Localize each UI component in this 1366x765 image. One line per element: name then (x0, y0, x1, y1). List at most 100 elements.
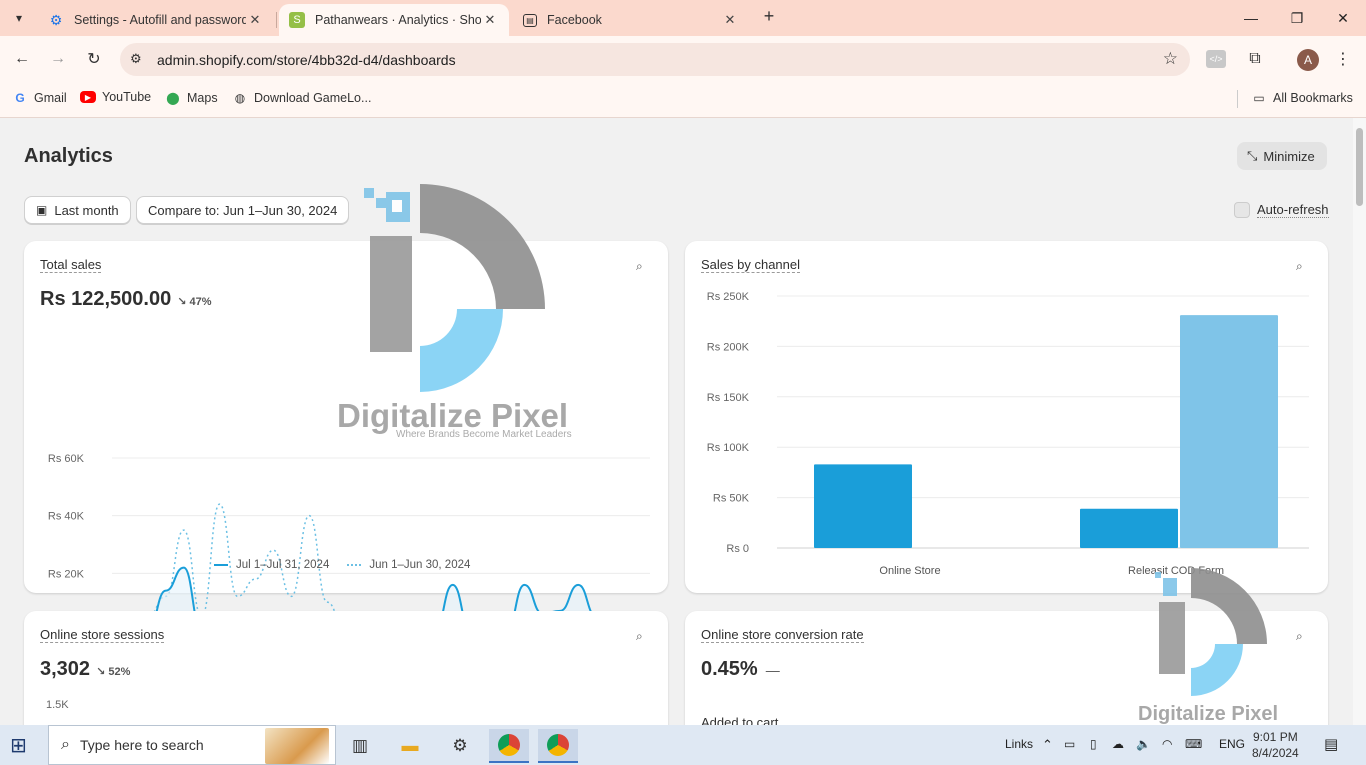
y-tick-label: Rs 20K (48, 568, 85, 580)
y-tick-label: Rs 50K (713, 493, 750, 505)
tab-settings[interactable]: ⚙ Settings - Autofill and passwords ✕ (38, 4, 274, 36)
scrollbar-thumb[interactable] (1356, 128, 1363, 206)
extensions-icon[interactable]: ⧉ (1244, 48, 1266, 70)
auto-refresh-checkbox[interactable] (1234, 202, 1250, 218)
bookmark-label: YouTube (102, 90, 152, 104)
tab-facebook[interactable]: ▤ Facebook ✕ (513, 4, 749, 36)
conversion-value: 0.45% — (701, 658, 780, 681)
y-tick-label: Rs 200K (707, 341, 750, 353)
y-tick-label: Rs 150K (707, 392, 750, 404)
back-icon[interactable]: ← (10, 47, 34, 71)
watermark-logo (1155, 568, 1267, 696)
bookmark-gmail[interactable]: G Gmail (12, 90, 66, 106)
auto-refresh-toggle[interactable]: Auto-refresh (1234, 202, 1329, 218)
cloud-icon[interactable]: ☁ (1112, 737, 1124, 751)
tab-shopify[interactable]: S Pathanwears · Analytics · Shopify ✕ (279, 4, 509, 36)
bookmarks-bar: G Gmail ▶ YouTube ⬤ Maps ◍ Download Game… (0, 82, 1366, 118)
auto-refresh-label: Auto-refresh (1257, 202, 1329, 218)
reload-icon[interactable]: ↻ (82, 47, 106, 71)
divider (1237, 90, 1238, 108)
explore-report-icon[interactable]: ⌕ (636, 629, 643, 644)
close-window-icon[interactable]: ✕ (1320, 0, 1366, 36)
site-info-icon[interactable]: ⚙ (130, 51, 142, 67)
all-bookmarks[interactable]: ▭ All Bookmarks (1251, 90, 1353, 106)
windows-taskbar: ⊞ ⌕ Type here to search ▥ ▬ ⚙ Links ⌃ ▭ … (0, 725, 1366, 765)
device-icon[interactable]: ▯ (1090, 737, 1097, 751)
tab-title: Settings - Autofill and passwords (74, 13, 246, 27)
compare-label: Compare to: Jun 1–Jun 30, 2024 (148, 202, 338, 218)
date-range-label: Last month (54, 202, 119, 218)
bookmark-maps[interactable]: ⬤ Maps (165, 90, 218, 106)
task-view-icon[interactable]: ▥ (340, 729, 380, 763)
date-range-button[interactable]: ▣ Last month (24, 196, 131, 224)
taskbar-search-box[interactable]: ⌕ Type here to search (48, 725, 336, 765)
restore-window-icon[interactable]: ❐ (1274, 0, 1320, 36)
wifi-icon[interactable]: ◠ (1162, 737, 1172, 751)
gear-icon: ⚙ (49, 11, 63, 28)
volume-icon[interactable]: 🔈 (1136, 737, 1151, 751)
google-icon: G (15, 91, 25, 105)
delta-badge: ↘ 52% (96, 666, 131, 678)
settings-icon[interactable]: ⚙ (440, 729, 480, 763)
minimize-window-icon[interactable]: — (1228, 0, 1274, 36)
system-clock[interactable]: 9:01 PM 8/4/2024 (1252, 729, 1299, 761)
card-title[interactable]: Online store sessions (40, 627, 165, 643)
folder-icon: ▭ (1253, 91, 1265, 105)
y-tick-label: Rs 100K (707, 442, 750, 454)
keyboard-icon[interactable]: ⌨ (1185, 737, 1202, 751)
chrome-profile-icon[interactable] (538, 729, 578, 763)
collapse-icon: ⤡ (1247, 148, 1258, 163)
windows-start-icon[interactable]: ⊞ (10, 733, 38, 757)
tab-strip: ▾ ⚙ Settings - Autofill and passwords ✕ … (0, 0, 1366, 36)
search-icon: ⌕ (61, 736, 70, 753)
sessions-value: 3,302 ↘ 52% (40, 658, 130, 681)
links-toolbar[interactable]: Links (1005, 737, 1033, 751)
battery-icon[interactable]: ▭ (1064, 737, 1075, 751)
minimize-label: Minimize (1263, 148, 1315, 164)
close-icon[interactable]: ✕ (246, 12, 264, 28)
legend-swatch-previous (347, 564, 362, 566)
url-text[interactable]: admin.shopify.com/store/4bb32d-d4/dashbo… (157, 52, 456, 68)
bookmark-label: Maps (187, 91, 218, 105)
bookmark-gameloop[interactable]: ◍ Download GameLo... (232, 90, 372, 106)
delta-badge: — (765, 662, 780, 678)
new-tab-icon[interactable]: + (758, 6, 780, 28)
profile-avatar[interactable]: A (1297, 49, 1319, 71)
watermark-brand: Digitalize Pixel (1138, 703, 1279, 725)
bookmark-label: Download GameLo... (254, 91, 372, 105)
devtools-extension-icon[interactable]: </> (1206, 50, 1226, 68)
compare-button[interactable]: Compare to: Jun 1–Jun 30, 2024 (136, 196, 350, 224)
search-highlight-image (265, 728, 329, 764)
tab-search-icon[interactable]: ▾ (6, 6, 32, 30)
tab-title: Facebook (547, 13, 602, 27)
bookmark-youtube[interactable]: ▶ YouTube (80, 90, 151, 104)
chrome-icon[interactable] (489, 729, 529, 763)
y-tick-label: Rs 250K (707, 291, 750, 303)
legend-previous: Jun 1–Jun 30, 2024 (369, 559, 471, 571)
close-icon[interactable]: ✕ (481, 12, 499, 28)
shopify-icon: S (289, 12, 305, 28)
explore-report-icon[interactable]: ⌕ (1296, 629, 1303, 644)
file-explorer-icon[interactable]: ▬ (390, 729, 430, 763)
close-icon[interactable]: ✕ (721, 12, 739, 28)
minimize-button[interactable]: ⤡ Minimize (1237, 142, 1327, 170)
watermark-logo (364, 184, 545, 392)
clock-date: 8/4/2024 (1252, 746, 1299, 760)
bookmark-label: All Bookmarks (1273, 91, 1353, 105)
chevron-up-icon[interactable]: ⌃ (1042, 737, 1053, 753)
card-title[interactable]: Online store conversion rate (701, 627, 864, 643)
clock-time: 9:01 PM (1253, 730, 1298, 744)
address-bar[interactable]: ⚙ admin.shopify.com/store/4bb32d-d4/dash… (120, 43, 1190, 76)
watermark-tagline: Where Brands Become Market Leaders (396, 429, 572, 440)
sales-by-channel-chart: Rs 250K Rs 200K Rs 150K Rs 100K Rs 50K Rs 0 On… (707, 291, 1309, 577)
tab-title: Pathanwears · Analytics · Shopify (315, 13, 481, 27)
bookmark-star-icon[interactable]: ☆ (1163, 49, 1178, 69)
language-indicator[interactable]: ENG (1219, 737, 1245, 751)
globe-icon: ◍ (234, 91, 246, 105)
notifications-icon[interactable]: ▤ (1324, 735, 1338, 753)
legend-swatch-current (214, 564, 228, 566)
page-scrollbar[interactable] (1353, 118, 1366, 725)
y-tick-label: Rs 60K (48, 453, 85, 465)
forward-icon[interactable]: → (46, 47, 70, 71)
more-menu-icon[interactable]: ⋮ (1332, 48, 1354, 70)
